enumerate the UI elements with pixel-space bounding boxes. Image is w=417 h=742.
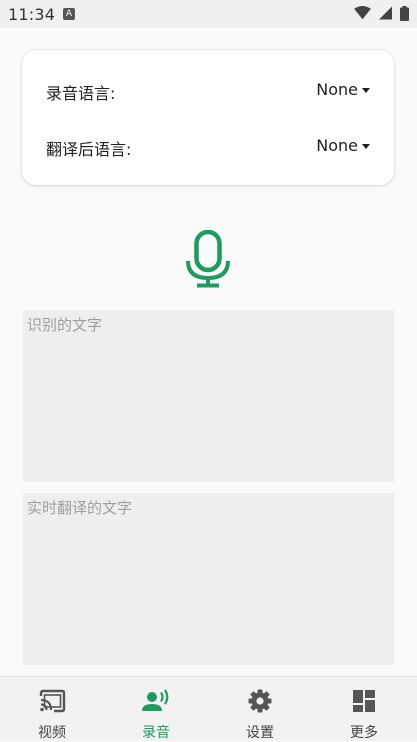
source-language-dropdown[interactable]: None <box>316 78 370 102</box>
status-time: 11:34 <box>8 5 56 24</box>
dropdown-arrow-icon <box>362 144 370 149</box>
translated-text-field[interactable] <box>27 497 390 661</box>
gear-icon <box>248 689 272 713</box>
microphone-icon <box>186 229 230 288</box>
signal-icon <box>378 6 392 20</box>
nav-label-record: 录音 <box>142 725 170 741</box>
dropdown-arrow-icon <box>362 88 370 93</box>
nav-item-record[interactable]: 录音 <box>104 677 208 742</box>
nav-label-more: 更多 <box>350 725 378 741</box>
nav-item-more[interactable]: 更多 <box>312 677 416 742</box>
source-language-label: 录音语言: <box>46 84 116 103</box>
dashboard-icon <box>353 690 375 712</box>
record-voice-icon <box>142 689 169 711</box>
target-language-row: 翻译后语言: None <box>22 126 394 166</box>
status-bar: 11:34 A <box>0 0 417 28</box>
nav-item-settings[interactable]: 设置 <box>208 677 312 742</box>
source-language-value: None <box>316 80 358 99</box>
battery-icon <box>400 6 409 21</box>
notification-icon: A <box>63 8 75 20</box>
record-button[interactable] <box>184 229 232 288</box>
language-settings-card: 录音语言: None 翻译后语言: None <box>22 50 394 185</box>
target-language-dropdown[interactable]: None <box>316 134 370 158</box>
nav-label-video: 视频 <box>38 725 66 741</box>
bottom-navigation: 视频 录音 设置 更多 <box>0 676 417 741</box>
recognized-text-field[interactable] <box>27 314 390 478</box>
target-language-label: 翻译后语言: <box>46 140 132 159</box>
recognized-text-box <box>23 310 394 482</box>
source-language-row: 录音语言: None <box>22 70 394 110</box>
nav-label-settings: 设置 <box>246 725 274 741</box>
nav-item-video[interactable]: 视频 <box>0 677 104 742</box>
target-language-value: None <box>316 136 358 155</box>
status-icons <box>351 6 409 22</box>
wifi-icon <box>353 6 371 20</box>
translated-text-box <box>23 493 394 665</box>
cast-icon <box>39 689 66 713</box>
